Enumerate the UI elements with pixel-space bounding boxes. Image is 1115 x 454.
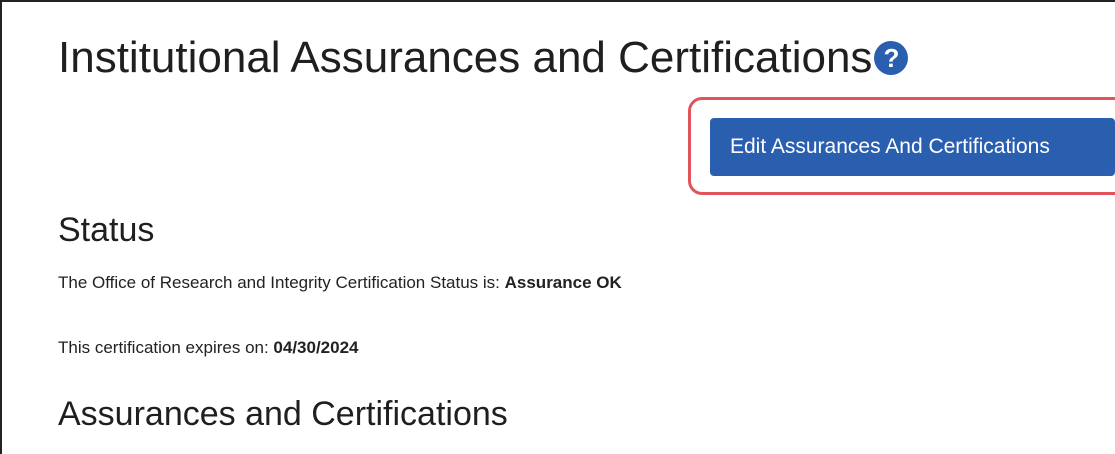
expiration-date-value: 04/30/2024 bbox=[273, 338, 359, 357]
help-icon[interactable]: ? bbox=[874, 41, 909, 75]
page-title-text: Institutional Assurances and Certificati… bbox=[58, 33, 873, 82]
certification-status-line: The Office of Research and Integrity Cer… bbox=[58, 273, 622, 293]
edit-assurances-button[interactable]: Edit Assurances And Certifications bbox=[710, 118, 1115, 176]
expiration-label: This certification expires on: bbox=[58, 338, 274, 357]
page-title: Institutional Assurances and Certificati… bbox=[58, 30, 909, 86]
assurances-heading: Assurances and Certifications bbox=[58, 395, 508, 433]
certification-status-value: Assurance OK bbox=[504, 273, 622, 292]
expiration-line: This certification expires on: 04/30/202… bbox=[58, 338, 359, 358]
certification-status-label: The Office of Research and Integrity Cer… bbox=[58, 273, 505, 292]
status-heading: Status bbox=[58, 211, 155, 249]
